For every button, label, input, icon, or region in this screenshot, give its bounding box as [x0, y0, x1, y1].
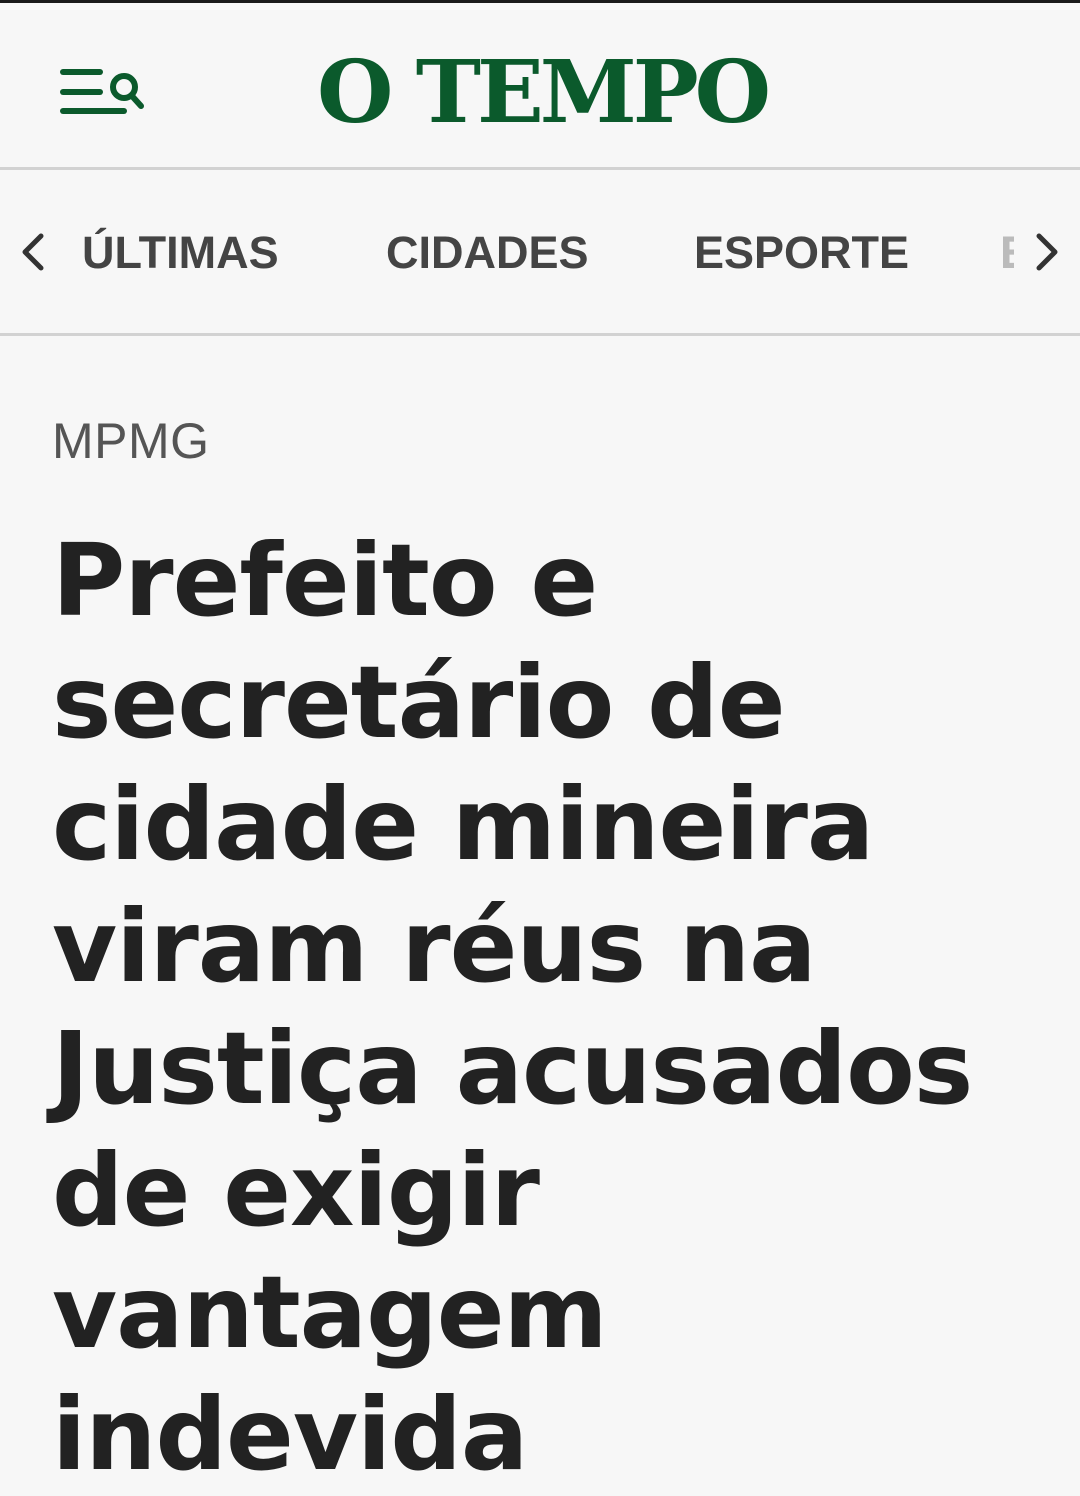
- site-header: O TEMPO: [0, 3, 1080, 170]
- nav-item-ultimas[interactable]: ÚLTIMAS: [82, 225, 279, 281]
- article-headline: Prefeito e secretário de cidade mineira …: [52, 522, 973, 1493]
- chevron-left-icon: [22, 233, 44, 271]
- nav-prev-button[interactable]: [10, 227, 60, 277]
- nav-item-cidades[interactable]: CIDADES: [386, 225, 589, 281]
- nav-next-button[interactable]: [1022, 227, 1072, 277]
- article-category[interactable]: MPMG: [52, 412, 210, 470]
- menu-search-icon: [60, 69, 144, 114]
- chevron-right-icon: [1036, 233, 1058, 271]
- section-nav: ÚLTIMAS CIDADES ESPORTE E: [0, 173, 1080, 336]
- site-logo[interactable]: O TEMPO: [297, 45, 787, 140]
- nav-item-partial[interactable]: E: [1000, 225, 1014, 281]
- nav-item-esporte[interactable]: ESPORTE: [694, 225, 909, 281]
- menu-search-button[interactable]: [56, 61, 148, 123]
